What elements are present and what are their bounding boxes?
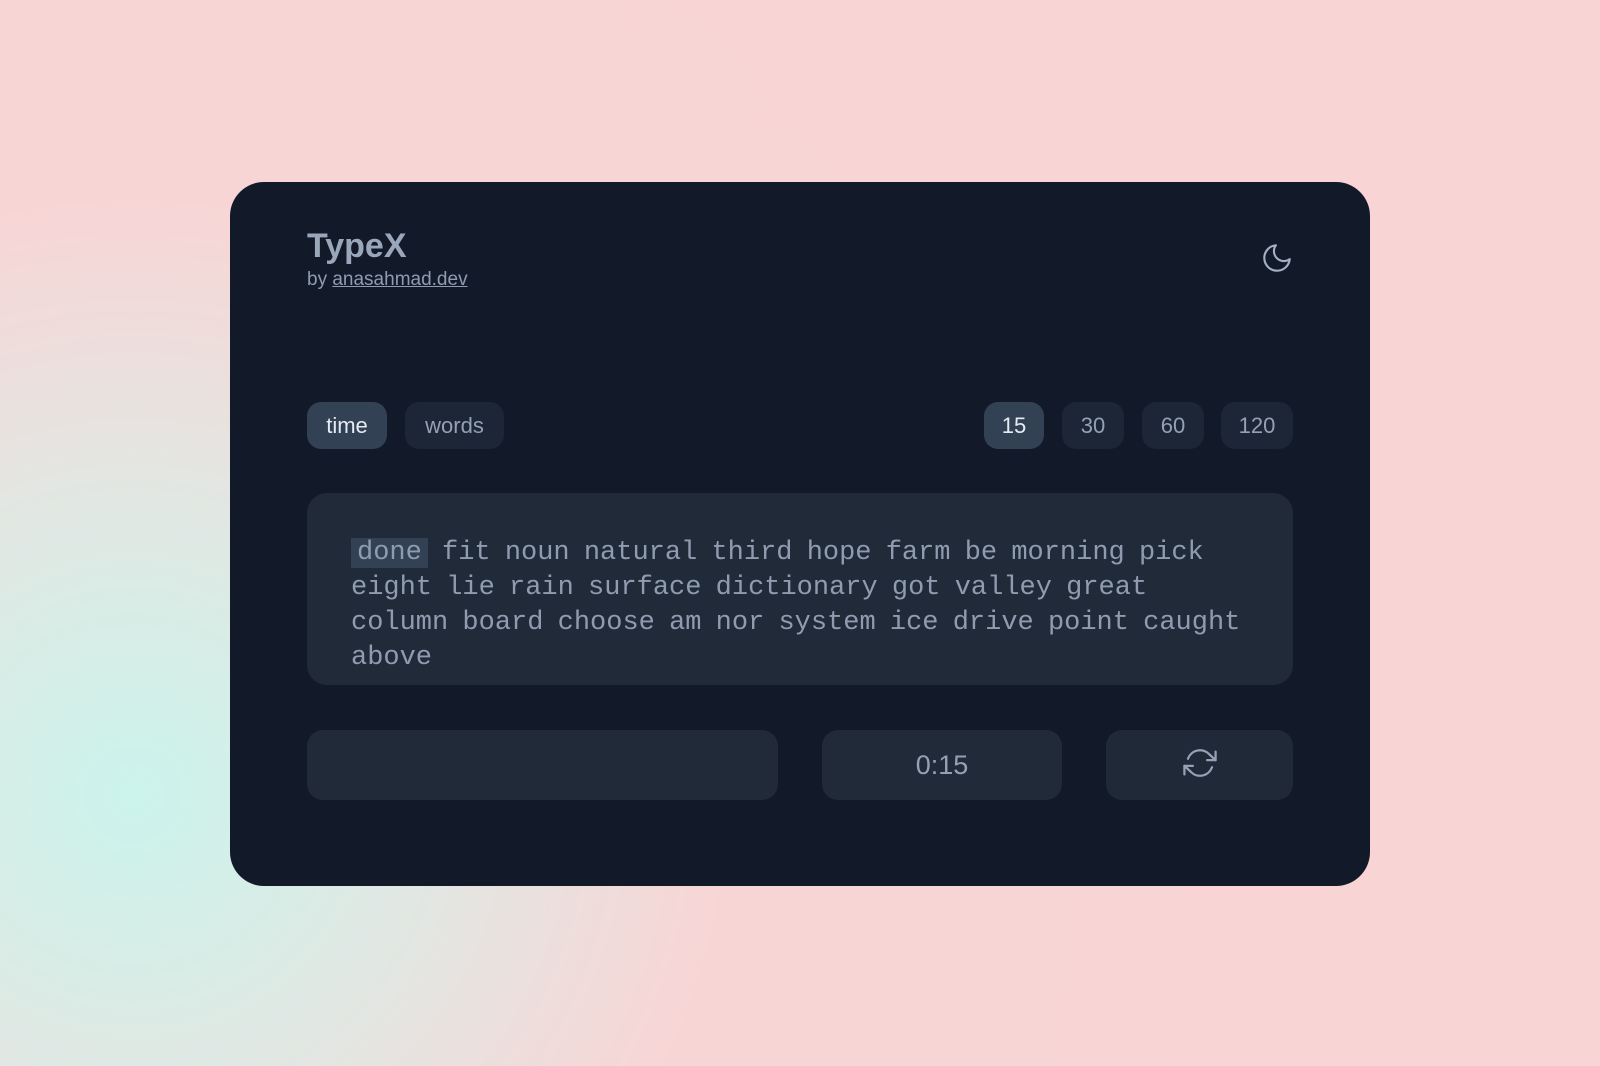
typing-input[interactable] (307, 730, 778, 800)
word: eight (351, 573, 433, 603)
word: hope (806, 538, 872, 568)
word: be (964, 538, 998, 568)
duration-15-button[interactable]: 15 (984, 402, 1044, 449)
word: drive (952, 608, 1034, 638)
word: farm (885, 538, 951, 568)
app-title: TypeX (307, 227, 407, 265)
byline: by anasahmad.dev (307, 268, 468, 292)
duration-30-button[interactable]: 30 (1062, 402, 1124, 449)
word: am (669, 608, 702, 638)
typing-test-card: TypeX by anasahmad.dev time words 15 30 … (230, 182, 1370, 886)
word-list: done fit noun natural third hope farm be… (351, 536, 1253, 676)
author-link[interactable]: anasahmad.dev (332, 269, 467, 290)
word: noun (504, 538, 570, 568)
moon-icon (1260, 241, 1294, 280)
word: great (1066, 573, 1148, 603)
mode-words-button[interactable]: words (405, 402, 504, 449)
refresh-icon (1182, 746, 1217, 785)
duration-60-button[interactable]: 60 (1142, 402, 1204, 449)
word: column (351, 608, 449, 638)
word-display: done fit noun natural third hope farm be… (307, 493, 1293, 685)
word: rain (509, 573, 574, 603)
word: choose (557, 608, 655, 638)
byline-prefix: by (307, 269, 333, 290)
timer-display: 0:15 (822, 730, 1062, 800)
word: above (351, 643, 433, 673)
word: valley (954, 573, 1052, 603)
duration-120-button[interactable]: 120 (1221, 402, 1293, 449)
theme-toggle-button[interactable] (1259, 242, 1295, 278)
current-word: done (351, 538, 428, 568)
word: system (778, 608, 876, 638)
word: nor (715, 608, 765, 638)
word: caught (1143, 608, 1241, 638)
word: surface (588, 573, 702, 603)
restart-button[interactable] (1106, 730, 1293, 800)
word: pick (1138, 538, 1204, 568)
word: fit (442, 538, 491, 568)
word: ice (889, 608, 939, 638)
word: natural (583, 538, 698, 568)
word: got (891, 573, 941, 603)
word: board (462, 608, 544, 638)
word: morning (1011, 538, 1125, 568)
word: dictionary (715, 573, 878, 603)
mode-time-button[interactable]: time (307, 402, 387, 449)
word: point (1047, 608, 1129, 638)
word: third (711, 538, 793, 568)
word: lie (446, 573, 495, 603)
